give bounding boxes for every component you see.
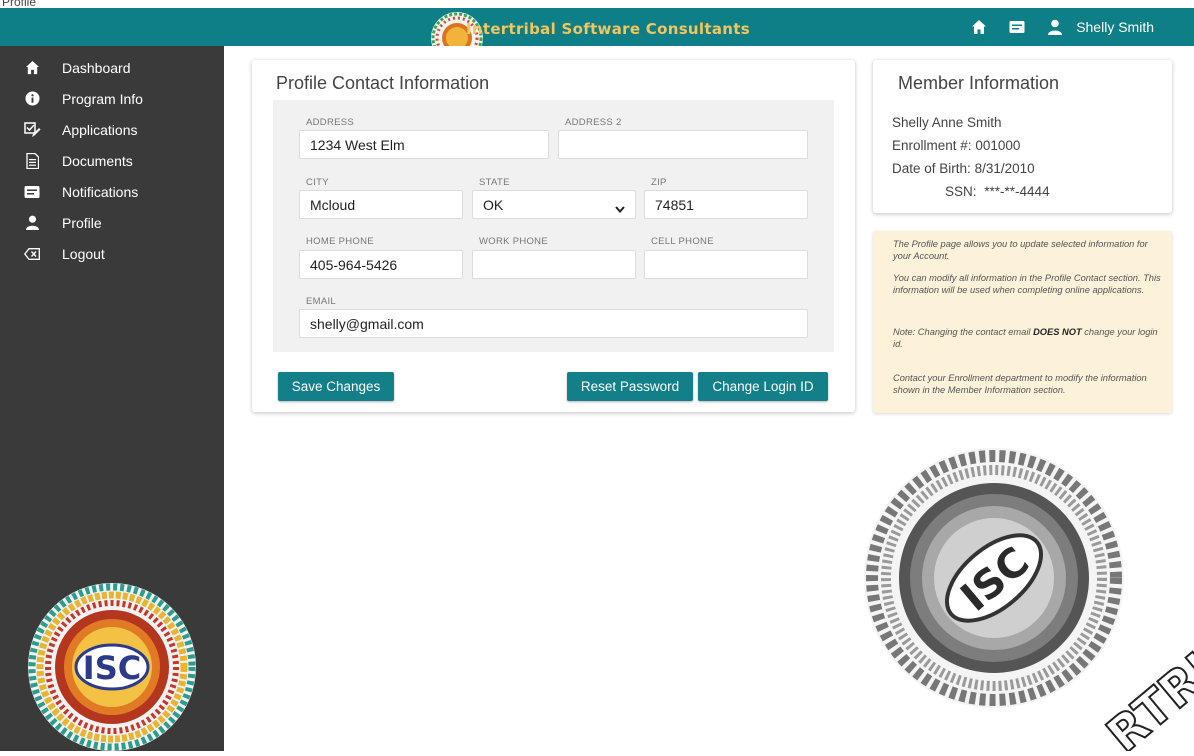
edit-checklist-icon	[23, 121, 41, 139]
zip-label: ZIP	[651, 177, 667, 188]
zip-field[interactable]: 74851	[644, 190, 808, 219]
document-icon	[23, 152, 41, 170]
home-icon[interactable]	[970, 18, 988, 36]
state-label: STATE	[479, 177, 510, 188]
isc-logo: ISC	[26, 581, 198, 756]
city-label: CITY	[306, 177, 329, 188]
info-icon	[23, 90, 41, 108]
member-information-card: Member Information Shelly Anne Smith Enr…	[873, 60, 1172, 213]
sidebar-item-label: Logout	[62, 245, 105, 262]
help-paragraph: You can modify all information in the Pr…	[893, 273, 1161, 295]
help-paragraph-note: Note: Changing the contact email DOES NO…	[893, 327, 1158, 349]
home-icon	[23, 59, 41, 77]
isc-logo-text: ISC	[83, 649, 141, 687]
ssn-label: SSN:	[945, 184, 977, 199]
sidebar: Dashboard Program Info Applications Docu…	[0, 46, 224, 751]
home-phone-field[interactable]: 405-964-5426	[299, 250, 463, 279]
sidebar-item-logout[interactable]: Logout	[0, 238, 224, 269]
contact-form: ADDRESS 1234 West Elm ADDRESS 2 CITY Mcl…	[273, 100, 834, 352]
sidebar-item-profile[interactable]: Profile	[0, 207, 224, 238]
state-value: OK	[483, 197, 504, 213]
address-field[interactable]: 1234 West Elm	[299, 130, 549, 159]
help-paragraph: The Profile page allows you to update se…	[893, 239, 1148, 261]
brand[interactable]: Intertribal Software Consultants	[430, 8, 750, 46]
sidebar-item-label: Applications	[62, 121, 138, 138]
message-icon[interactable]	[1008, 18, 1026, 36]
sidebar-item-dashboard[interactable]: Dashboard	[0, 52, 224, 83]
dob-value: 8/31/2010	[974, 161, 1035, 176]
profile-contact-card: Profile Contact Information ADDRESS 1234…	[252, 60, 855, 412]
work-phone-label: WORK PHONE	[479, 236, 548, 247]
sidebar-item-label: Documents	[62, 152, 133, 169]
dob-row: Date of Birth: 8/31/2010	[892, 161, 1035, 176]
brand-title: Intertribal Software Consultants	[466, 20, 750, 38]
sidebar-item-label: Program Info	[62, 90, 143, 107]
user-icon[interactable]	[1046, 18, 1064, 36]
help-paragraph: Contact your Enrollment department to mo…	[893, 373, 1147, 395]
top-strip: Profile	[0, 0, 1194, 9]
enrollment-row: Enrollment #: 001000	[892, 138, 1020, 153]
backspace-icon	[23, 245, 41, 263]
message-icon	[23, 183, 41, 201]
sidebar-item-label: Dashboard	[62, 59, 131, 76]
app-header: Intertribal Software Consultants Shelly …	[0, 8, 1194, 46]
email-field[interactable]: shelly@gmail.com	[299, 309, 808, 338]
member-name: Shelly Anne Smith	[892, 115, 1002, 130]
email-label: EMAIL	[306, 296, 337, 307]
enrollment-value: 001000	[975, 138, 1021, 153]
city-field[interactable]: Mcloud	[299, 190, 463, 219]
watermark-logo: ISC RTRI ON	[861, 443, 1194, 756]
chevron-down-icon	[615, 200, 625, 216]
save-changes-button[interactable]: Save Changes	[278, 372, 394, 401]
ssn-row: SSN: ***-**-4444	[945, 184, 1050, 199]
address-label: ADDRESS	[306, 117, 355, 128]
work-phone-field[interactable]	[472, 250, 636, 279]
user-icon	[23, 214, 41, 232]
sidebar-item-label: Notifications	[62, 183, 139, 200]
ssn-value: ***-**-4444	[984, 184, 1050, 199]
emphasis: DOES NOT	[1033, 327, 1082, 337]
address2-label: ADDRESS 2	[565, 117, 622, 128]
state-select[interactable]: OK	[472, 190, 636, 219]
enrollment-label: Enrollment #:	[892, 138, 972, 153]
cell-phone-field[interactable]	[644, 250, 808, 279]
sidebar-item-label: Profile	[62, 214, 102, 231]
change-login-id-button[interactable]: Change Login ID	[698, 372, 828, 401]
sidebar-item-notifications[interactable]: Notifications	[0, 176, 224, 207]
reset-password-button[interactable]: Reset Password	[567, 372, 693, 401]
card-title: Profile Contact Information	[276, 73, 490, 93]
cell-phone-label: CELL PHONE	[651, 236, 714, 247]
help-note: The Profile page allows you to update se…	[873, 231, 1172, 413]
card-title: Member Information	[898, 73, 1060, 93]
sidebar-item-documents[interactable]: Documents	[0, 145, 224, 176]
address2-field[interactable]	[558, 130, 808, 159]
sidebar-item-applications[interactable]: Applications	[0, 114, 224, 145]
header-actions: Shelly Smith	[970, 8, 1154, 46]
dob-label: Date of Birth:	[892, 161, 971, 176]
sidebar-nav: Dashboard Program Info Applications Docu…	[0, 46, 224, 269]
sidebar-item-program-info[interactable]: Program Info	[0, 83, 224, 114]
user-name[interactable]: Shelly Smith	[1076, 19, 1154, 35]
home-phone-label: HOME PHONE	[306, 236, 374, 247]
